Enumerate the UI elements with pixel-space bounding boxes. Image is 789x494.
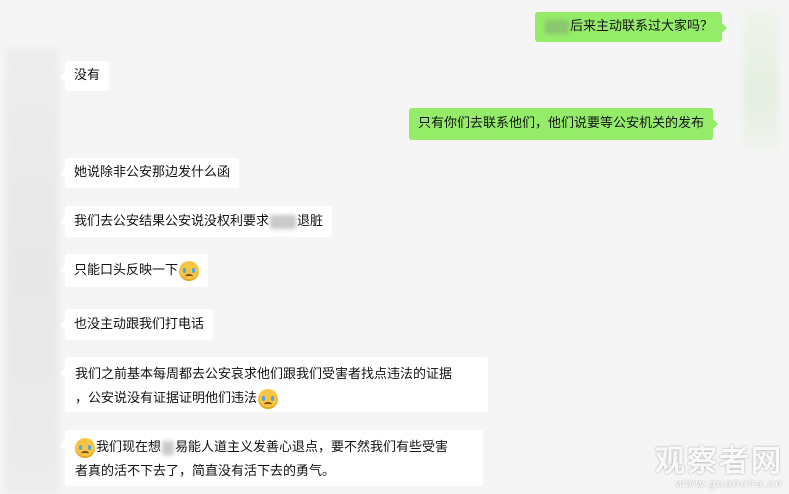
watermark-text: 观察者网 bbox=[655, 444, 783, 479]
crying-face-icon bbox=[258, 389, 279, 409]
message-bubble-incoming[interactable]: 她说除非公安那边发什么函 bbox=[59, 158, 240, 188]
message-bubble-incoming[interactable]: 我们现在想 易能人道主义发善心退点，要不然我们有些受害 者真的活不下去了，简直没有… bbox=[60, 430, 483, 486]
message-bubble-outgoing[interactable]: 只有你们去联系他们，他们说要等公安机关的发布 bbox=[409, 108, 719, 140]
message-text: 只能口头反映一下 bbox=[74, 262, 179, 278]
message-bubble-incoming[interactable]: 我们去公安结果公安说没权利要求 退脏 bbox=[59, 206, 333, 237]
message-text-line: 我们现在想 易能人道主义发善心退点，要不然我们有些受害 bbox=[75, 436, 473, 460]
message-text: 我们之前基本每周都去公安哀求他们跟我们受害者找点违法的证据 bbox=[75, 367, 453, 382]
message-text: 也没主动跟我们打电话 bbox=[74, 316, 205, 332]
message-bubble-incoming[interactable]: 也没主动跟我们打电话 bbox=[59, 309, 214, 340]
message-text: 后来主动联系过大家吗？ bbox=[570, 19, 714, 34]
message-text: ，公安说没有证据证明他们违法 bbox=[75, 391, 258, 406]
watermark-url: www.guancha.cn bbox=[675, 477, 783, 490]
message-text: 者真的活不下去了，简直没有活下去的勇气。 bbox=[75, 464, 336, 479]
message-text: 只有你们去联系他们，他们说要等公安机关的发布 bbox=[418, 116, 705, 131]
redacted-name bbox=[270, 214, 297, 229]
message-text: 我们现在想 bbox=[96, 440, 162, 455]
redacted-name bbox=[545, 20, 569, 34]
message-bubble-incoming[interactable]: 只能口头反映一下 bbox=[59, 254, 209, 287]
message-text: 退脏 bbox=[297, 213, 324, 229]
message-text: 没有 bbox=[74, 68, 101, 83]
crying-face-icon bbox=[75, 438, 95, 458]
message-text: 我们去公安结果公安说没权利要求 bbox=[74, 213, 270, 229]
site-watermark: 观察者网 www.guancha.cn bbox=[655, 446, 783, 490]
user-avatar-blurred[interactable] bbox=[743, 10, 779, 150]
crying-face-icon bbox=[179, 260, 200, 281]
message-bubble-outgoing[interactable]: 后来主动联系过大家吗？ bbox=[535, 12, 728, 42]
contact-avatar-blurred[interactable] bbox=[5, 48, 59, 494]
redacted-name bbox=[162, 441, 175, 455]
message-bubble-incoming[interactable]: 没有 bbox=[59, 61, 110, 91]
message-bubble-incoming[interactable]: 我们之前基本每周都去公安哀求他们跟我们受害者找点违法的证据 ，公安说没有证据证明… bbox=[60, 357, 488, 412]
message-text: 易能人道主义发善心退点，要不然我们有些受害 bbox=[175, 440, 449, 455]
message-text: 她说除非公安那边发什么函 bbox=[74, 165, 231, 180]
message-text-line: ，公安说没有证据证明他们违法 bbox=[75, 387, 478, 411]
